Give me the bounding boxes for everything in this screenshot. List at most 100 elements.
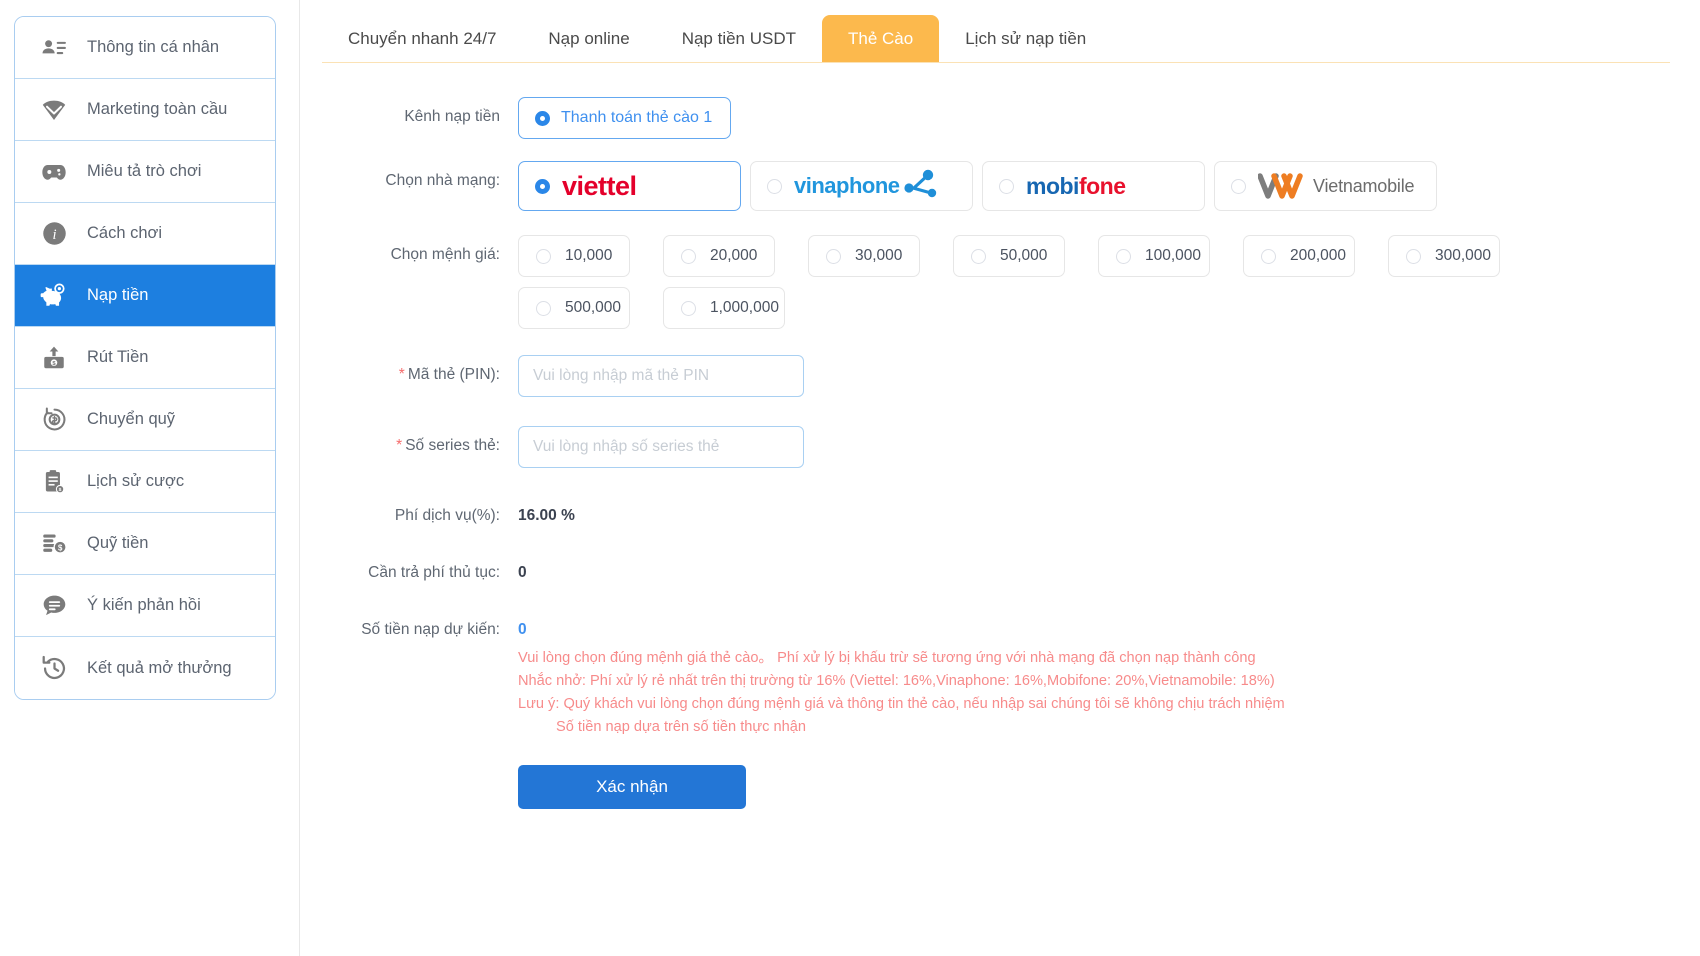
sidebar-item-10[interactable]: Ý kiến phản hồi bbox=[15, 575, 275, 637]
carrier-option-vinaphone[interactable]: vinaphone bbox=[750, 161, 973, 211]
tab-1[interactable]: Chuyển nhanh 24/7 bbox=[322, 15, 522, 62]
channel-option-label: Thanh toán thẻ cào 1 bbox=[561, 109, 713, 126]
sidebar-item-2[interactable]: Marketing toàn cầu bbox=[15, 79, 275, 141]
handling-fee-label: Cần trả phí thủ tục: bbox=[368, 564, 500, 581]
diamond-icon bbox=[39, 95, 69, 125]
comment-icon bbox=[39, 591, 69, 621]
sidebar-item-9[interactable]: $ Quỹ tiền bbox=[15, 513, 275, 575]
denomination-option-1000000[interactable]: 1,000,000 bbox=[663, 287, 785, 329]
sidebar-item-label: Kết quả mở thưởng bbox=[87, 658, 232, 677]
sidebar-item-label: Lịch sử cược bbox=[87, 472, 185, 491]
radio-icon bbox=[1231, 178, 1246, 194]
page-root: Thông tin cá nhân Marketing toàn cầu Miêu … bbox=[0, 0, 1700, 956]
row-channel: Kênh nạp tiền Thanh toán thẻ cào 1 bbox=[300, 97, 1700, 139]
row-serial: * Số series thẻ: bbox=[300, 426, 1700, 468]
sidebar-item-label: Ý kiến phản hồi bbox=[87, 596, 201, 615]
expected-amount-label: Số tiền nạp dự kiến: bbox=[361, 621, 500, 638]
note-line-3: Lưu ý: Quý khách vui lòng chọn đúng mệnh… bbox=[518, 696, 1285, 712]
sidebar-item-4[interactable]: i Cách chơi bbox=[15, 203, 275, 265]
svg-text:$: $ bbox=[57, 543, 62, 552]
transfer-funds-icon bbox=[39, 405, 69, 435]
carrier-field: viettel vinaphone mobifone Vietnamobile bbox=[500, 161, 1700, 211]
denomination-option-10000[interactable]: 10,000 bbox=[518, 235, 630, 277]
vinaphone-mark-icon bbox=[903, 169, 936, 198]
vietnamobile-mark-icon bbox=[1258, 173, 1303, 199]
radio-icon bbox=[681, 300, 696, 316]
svg-text:i: i bbox=[52, 227, 56, 243]
note-line-4: Số tiền nạp dựa trên số tiền thực nhận bbox=[556, 719, 806, 735]
service-fee-value: 16.00 % bbox=[518, 507, 575, 524]
denomination-value: 50,000 bbox=[1000, 247, 1048, 264]
tab-4[interactable]: Thẻ Cào bbox=[822, 15, 940, 62]
row-denomination: Chọn mệnh giá: 10,000 20,000 30,000 50,000 1… bbox=[300, 235, 1700, 329]
sidebar-column: Thông tin cá nhân Marketing toàn cầu Miêu … bbox=[0, 0, 300, 956]
pin-input[interactable] bbox=[518, 355, 804, 397]
sidebar-item-3[interactable]: Miêu tả trò chơi bbox=[15, 141, 275, 203]
tab-2[interactable]: Nạp online bbox=[522, 15, 655, 62]
denomination-option-50000[interactable]: 50,000 bbox=[953, 235, 1065, 277]
pin-label: * Mã thẻ (PIN): bbox=[300, 355, 500, 384]
sidebar-nav: Thông tin cá nhân Marketing toàn cầu Miêu … bbox=[14, 16, 276, 700]
denomination-value: 300,000 bbox=[1435, 247, 1492, 264]
pin-field bbox=[500, 355, 1700, 397]
denomination-value: 10,000 bbox=[565, 247, 613, 264]
sidebar-item-7[interactable]: Chuyển quỹ bbox=[15, 389, 275, 451]
service-fee-field: 16.00 % bbox=[500, 496, 1700, 525]
denomination-value: 30,000 bbox=[855, 247, 903, 264]
denomination-option-300000[interactable]: 300,000 bbox=[1388, 235, 1500, 277]
sidebar-item-6[interactable]: $ Rút Tiền bbox=[15, 327, 275, 389]
sidebar-item-5[interactable]: Nạp tiền bbox=[15, 265, 275, 327]
carrier-option-viettel[interactable]: viettel bbox=[518, 161, 741, 211]
history-clock-icon bbox=[39, 653, 69, 683]
radio-icon bbox=[681, 248, 696, 264]
sidebar-item-label: Chuyển quỹ bbox=[87, 410, 176, 429]
sidebar-item-11[interactable]: Kết quả mở thưởng bbox=[15, 637, 275, 699]
sidebar-item-label: Nạp tiền bbox=[87, 286, 149, 305]
channel-field: Thanh toán thẻ cào 1 bbox=[500, 97, 1700, 139]
serial-label-text: Số series thẻ: bbox=[405, 437, 500, 454]
coins-icon: $ bbox=[39, 529, 69, 559]
submit-row: Xác nhận bbox=[300, 739, 1700, 809]
tab-5[interactable]: Lịch sử nạp tiền bbox=[939, 15, 1112, 62]
row-pin: * Mã thẻ (PIN): bbox=[300, 355, 1700, 397]
withdraw-icon: $ bbox=[39, 343, 69, 373]
carrier-option-vietnamobile[interactable]: Vietnamobile bbox=[1214, 161, 1437, 211]
radio-icon bbox=[826, 248, 841, 264]
tab-bar: Chuyển nhanh 24/7 Nạp online Nạp tiền USDT… bbox=[322, 0, 1670, 63]
denomination-option-20000[interactable]: 20,000 bbox=[663, 235, 775, 277]
radio-icon bbox=[535, 178, 550, 194]
required-star: * bbox=[396, 437, 403, 454]
sidebar-item-1[interactable]: Thông tin cá nhân bbox=[15, 17, 275, 79]
pin-label-text: Mã thẻ (PIN): bbox=[407, 366, 500, 383]
denomination-option-30000[interactable]: 30,000 bbox=[808, 235, 920, 277]
radio-icon bbox=[1116, 248, 1131, 264]
denomination-option-500000[interactable]: 500,000 bbox=[518, 287, 630, 329]
clipboard-icon: $ bbox=[39, 467, 69, 497]
radio-icon bbox=[1406, 248, 1421, 264]
service-fee-label: Phí dịch vụ(%): bbox=[394, 507, 500, 524]
mobifone-logo-text: mobifone bbox=[1026, 172, 1126, 199]
row-expected-amount: Số tiền nạp dự kiến: 0 bbox=[300, 610, 1700, 639]
handling-fee-field: 0 bbox=[500, 553, 1700, 582]
denomination-option-200000[interactable]: 200,000 bbox=[1243, 235, 1355, 277]
denomination-options: 10,000 20,000 30,000 50,000 100,000 200,000 30… bbox=[518, 235, 1598, 329]
note-line-1: Vui lòng chọn đúng mệnh giá thẻ cào。 Phí… bbox=[518, 650, 1256, 666]
notes-block: Vui lòng chọn đúng mệnh giá thẻ cào。 Phí… bbox=[300, 639, 1700, 739]
carrier-option-mobifone[interactable]: mobifone bbox=[982, 161, 1205, 211]
piggy-bank-icon bbox=[39, 281, 69, 311]
mobifone-logo-icon: mobifone bbox=[1026, 172, 1126, 199]
channel-option-thanh-toan-the-cao-1[interactable]: Thanh toán thẻ cào 1 bbox=[518, 97, 732, 139]
serial-input[interactable] bbox=[518, 426, 804, 468]
sidebar-item-8[interactable]: $ Lịch sử cược bbox=[15, 451, 275, 513]
serial-label: * Số series thẻ: bbox=[300, 426, 500, 455]
denomination-value: 100,000 bbox=[1145, 247, 1202, 264]
denomination-option-100000[interactable]: 100,000 bbox=[1098, 235, 1210, 277]
denomination-value: 1,000,000 bbox=[710, 299, 779, 316]
tab-3[interactable]: Nạp tiền USDT bbox=[656, 15, 822, 62]
vinaphone-logo-text: vinaphone bbox=[794, 173, 900, 198]
confirm-button[interactable]: Xác nhận bbox=[518, 765, 746, 809]
expected-amount-field: 0 bbox=[500, 610, 1700, 639]
carrier-label: Chọn nhà mạng: bbox=[385, 172, 500, 189]
carrier-options: viettel vinaphone mobifone Vietnamobile bbox=[518, 161, 1700, 211]
denomination-field: 10,000 20,000 30,000 50,000 100,000 200,000 30… bbox=[500, 235, 1700, 329]
